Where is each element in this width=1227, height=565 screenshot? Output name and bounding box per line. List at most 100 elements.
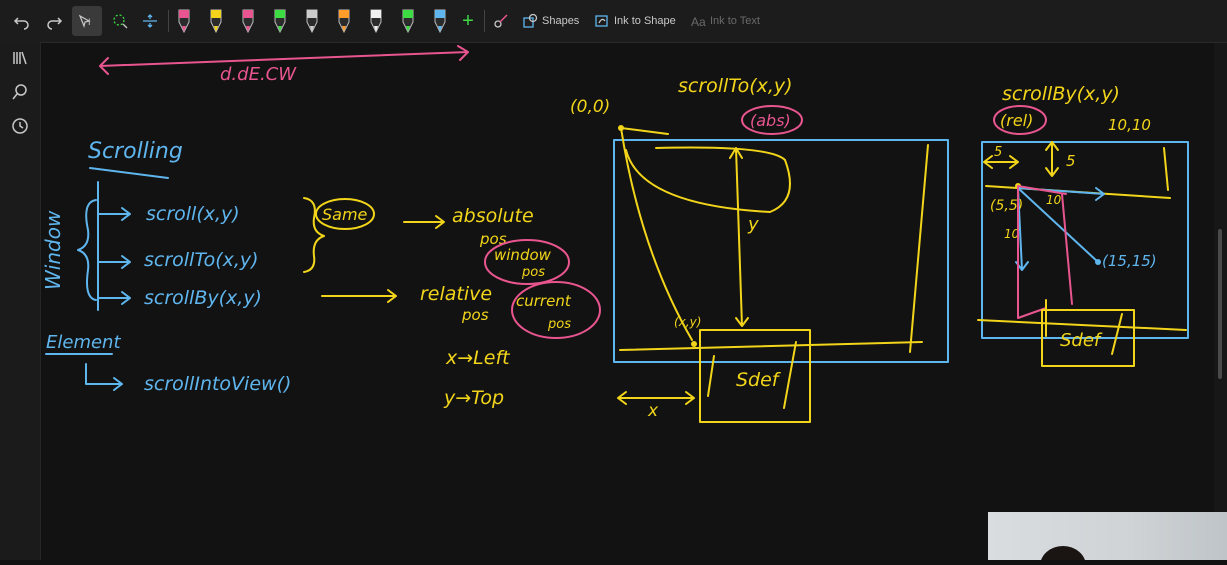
ink-to-text-icon: Aa <box>691 15 706 29</box>
ten-ten-label: 10,10 <box>1108 116 1151 134</box>
ruler-icon <box>494 14 508 28</box>
shapes-label: Shapes <box>542 15 580 27</box>
ink-to-shape-button[interactable]: Ink to Shape <box>594 6 676 36</box>
scrollby-title: scrollBy(x,y) <box>1002 83 1120 105</box>
fifteen-label: (15,15) <box>1102 252 1157 270</box>
element-label: Element <box>46 332 121 353</box>
search-icon <box>12 84 27 100</box>
lasso-text-icon: I <box>78 14 91 28</box>
history-icon <box>12 118 28 134</box>
pen-button[interactable] <box>332 6 356 36</box>
absolute-arrow <box>403 215 445 229</box>
side-navigation <box>0 42 41 560</box>
undo-icon <box>13 17 29 30</box>
plus-icon: + <box>462 9 474 32</box>
add-pen-button[interactable]: + <box>456 6 480 36</box>
five-arrow-v <box>1045 141 1059 177</box>
absolute-label: absolute <box>452 205 534 227</box>
pen-button[interactable] <box>300 6 324 36</box>
method-scroll: scroll(x,y) <box>146 203 240 225</box>
redo-icon <box>47 17 63 30</box>
shapes-icon <box>523 13 538 28</box>
y-top-label: y→Top <box>443 387 504 409</box>
ink-to-shape-icon <box>595 15 608 27</box>
method-scrollto: scrollTo(x,y) <box>144 249 259 271</box>
viewport-inner-lines <box>619 127 929 353</box>
five-label-1: 5 <box>994 145 1002 160</box>
undo-button[interactable] <box>10 6 34 36</box>
ink-to-shape-label: Ink to Shape <box>614 15 676 27</box>
scroll-curve <box>620 127 791 341</box>
pen-button[interactable] <box>236 6 260 36</box>
relative-arrow <box>321 289 397 303</box>
vertical-scrollbar[interactable] <box>1214 43 1227 560</box>
webcam-overlay <box>988 512 1227 560</box>
pen-button[interactable] <box>268 6 292 36</box>
pen-button[interactable] <box>428 6 452 36</box>
pen-icon <box>338 9 350 34</box>
window-brace <box>77 199 97 301</box>
current-pos-sub: pos <box>547 317 571 332</box>
ink-to-text-label: Ink to Text <box>710 15 760 27</box>
pen-icon <box>434 9 446 34</box>
sdef-label-2: Sdef <box>1060 330 1103 351</box>
whiteboard-canvas[interactable]: d.dE.CW Scrolling Window scroll(x,y) scr… <box>41 43 1214 560</box>
pen-button[interactable] <box>396 6 420 36</box>
ink-to-text-button[interactable]: Aa Ink to Text <box>690 6 760 36</box>
search-button[interactable] <box>8 80 32 104</box>
window-branches <box>97 181 131 311</box>
origin-label: (0,0) <box>570 97 610 117</box>
library-button[interactable] <box>8 46 32 70</box>
toolbar-divider <box>484 10 485 32</box>
window-label: Window <box>41 210 65 290</box>
relative-label: relative <box>420 283 492 305</box>
window-pos-label: window <box>494 246 552 264</box>
y-axis-label: y <box>747 214 759 235</box>
rel-label: (rel) <box>1000 111 1033 130</box>
pen-icon <box>402 9 414 34</box>
scrollto-title: scrollTo(x,y) <box>678 75 793 97</box>
same-label: Same <box>322 205 368 224</box>
pen-icon <box>210 9 222 34</box>
scrollbar-thumb[interactable] <box>1218 229 1222 379</box>
y-arrow <box>729 147 749 327</box>
type-select-button[interactable]: I <box>72 6 102 36</box>
x-axis-label: x <box>647 401 659 421</box>
pen-button[interactable] <box>204 6 228 36</box>
element-branch <box>85 363 123 391</box>
method-scrollby: scrollBy(x,y) <box>144 287 262 309</box>
pen-icon <box>242 9 254 34</box>
ink-toolbar: I + Shapes Ink to Shape Aa Ink to Text <box>0 0 1227 43</box>
pink-guides <box>1017 185 1073 319</box>
shapes-button[interactable]: Shapes <box>522 6 579 36</box>
five-label-2: 5 <box>1066 152 1076 170</box>
x-left-label: x→Left <box>445 347 511 369</box>
pen-button[interactable] <box>172 6 196 36</box>
lasso-icon <box>113 14 128 29</box>
add-space-button[interactable] <box>138 6 162 36</box>
xy-point <box>691 341 697 347</box>
abs-label: (abs) <box>750 111 791 130</box>
library-icon <box>13 51 27 65</box>
scrolling-underline <box>89 167 169 179</box>
presenter-head <box>1040 546 1086 560</box>
pen-button[interactable] <box>364 6 388 36</box>
ink-layer: d.dE.CW Scrolling Window scroll(x,y) scr… <box>41 45 1189 423</box>
pen-icon <box>306 9 318 34</box>
add-space-icon <box>143 14 157 28</box>
same-brace <box>303 197 325 273</box>
scrolling-heading: Scrolling <box>88 139 183 164</box>
toolbar-divider <box>168 10 169 32</box>
svg-text:I: I <box>88 17 91 27</box>
top-label: d.dE.CW <box>220 64 297 85</box>
xy-point-label: (x,y) <box>674 315 701 329</box>
redo-button[interactable] <box>42 6 66 36</box>
history-button[interactable] <box>8 114 32 138</box>
pen-icon <box>370 9 382 34</box>
scroll-into-view: scrollIntoView() <box>144 373 291 395</box>
svg-text:Aa: Aa <box>691 15 706 29</box>
ruler-button[interactable] <box>490 6 512 36</box>
lasso-select-button[interactable] <box>108 6 132 36</box>
current-pos-label: current <box>516 292 572 310</box>
pen-icon <box>178 9 190 34</box>
